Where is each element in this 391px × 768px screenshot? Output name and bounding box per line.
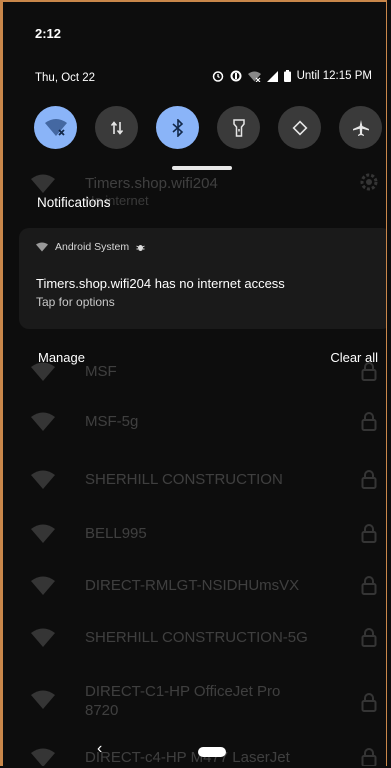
wifi-off-status-icon (247, 71, 261, 82)
tile-auto-rotate[interactable] (278, 106, 321, 149)
wifi-row[interactable]: BELL995 (3, 514, 386, 554)
bug-icon (136, 244, 145, 251)
mobile-data-icon (110, 120, 123, 135)
status-icons: Until 12:15 PM (212, 70, 372, 82)
navigation-bar: ‹ (3, 737, 386, 766)
battery-icon (283, 70, 291, 82)
wifi-icon (31, 470, 55, 489)
wifi-row[interactable]: MSF-5g (3, 402, 386, 442)
wifi-icon (31, 576, 55, 595)
gear-icon[interactable] (359, 172, 379, 192)
wifi-alert-icon (36, 242, 48, 252)
wifi-name: MSF-5g (85, 413, 139, 430)
wifi-name: DIRECT-C1-HP OfficeJet Pro 8720 (85, 683, 281, 719)
battery-text: Until 12:15 PM (296, 70, 372, 82)
alarm-icon (212, 71, 223, 82)
wifi-name: BELL995 (85, 525, 147, 542)
data-saver-icon (230, 70, 242, 82)
home-pill[interactable] (198, 747, 226, 757)
clear-all-button[interactable]: Clear all (330, 350, 378, 365)
date-label: Thu, Oct 22 (35, 72, 96, 84)
bluetooth-icon (171, 118, 183, 137)
wifi-icon (31, 524, 55, 543)
back-button[interactable]: ‹ (97, 740, 102, 758)
notification-app-name: Android System (55, 241, 130, 253)
lock-icon (361, 524, 377, 543)
wifi-icon (31, 690, 55, 709)
wifi-off-icon (44, 118, 67, 136)
airplane-icon (352, 119, 369, 136)
status-time: 2:12 (35, 26, 62, 41)
wifi-row[interactable]: DIRECT-RMLGT-NSIDHUmsVX (3, 566, 386, 606)
tile-bluetooth[interactable] (156, 106, 199, 149)
lock-icon (361, 628, 377, 647)
wifi-icon (31, 174, 55, 193)
wifi-icon (31, 412, 55, 431)
lock-icon (361, 470, 377, 489)
wifi-icon (31, 628, 55, 647)
drag-handle[interactable] (172, 166, 232, 170)
tile-wifi[interactable] (34, 106, 77, 149)
wifi-row[interactable]: SHERHILL CONSTRUCTION-5G (3, 618, 386, 658)
wifi-name: MSF (85, 363, 117, 380)
wifi-row[interactable]: DIRECT-C1-HP OfficeJet Pro 8720 (3, 672, 386, 722)
lock-icon (361, 693, 377, 712)
lock-icon (361, 412, 377, 431)
manage-button[interactable]: Manage (38, 350, 85, 365)
wifi-name: SHERHILL CONSTRUCTION (85, 471, 283, 488)
notification-app-row: Android System (36, 241, 145, 253)
notification-subtitle: Tap for options (36, 295, 115, 309)
signal-icon (266, 70, 278, 82)
auto-rotate-icon (292, 120, 307, 135)
tile-mobile-data[interactable] (95, 106, 138, 149)
notification-title: Timers.shop.wifi204 has no internet acce… (36, 276, 285, 291)
notification-card[interactable]: Android System Timers.shop.wifi204 has n… (19, 228, 386, 329)
wifi-row[interactable]: SHERHILL CONSTRUCTION (3, 460, 386, 500)
wifi-name: SHERHILL CONSTRUCTION-5G (85, 629, 308, 646)
quick-settings-row (34, 106, 382, 149)
tile-flashlight[interactable] (217, 106, 260, 149)
tile-airplane[interactable] (339, 106, 382, 149)
wifi-icon (31, 362, 55, 381)
notifications-header: Notifications (37, 195, 111, 210)
flashlight-icon (232, 118, 245, 137)
wifi-name: Timers.shop.wifi204 (85, 175, 218, 192)
lock-icon (361, 576, 377, 595)
wifi-name: DIRECT-RMLGT-NSIDHUmsVX (85, 577, 300, 594)
screen: Timers.shop.wifi204 No internet MSF MSF-… (0, 0, 387, 766)
